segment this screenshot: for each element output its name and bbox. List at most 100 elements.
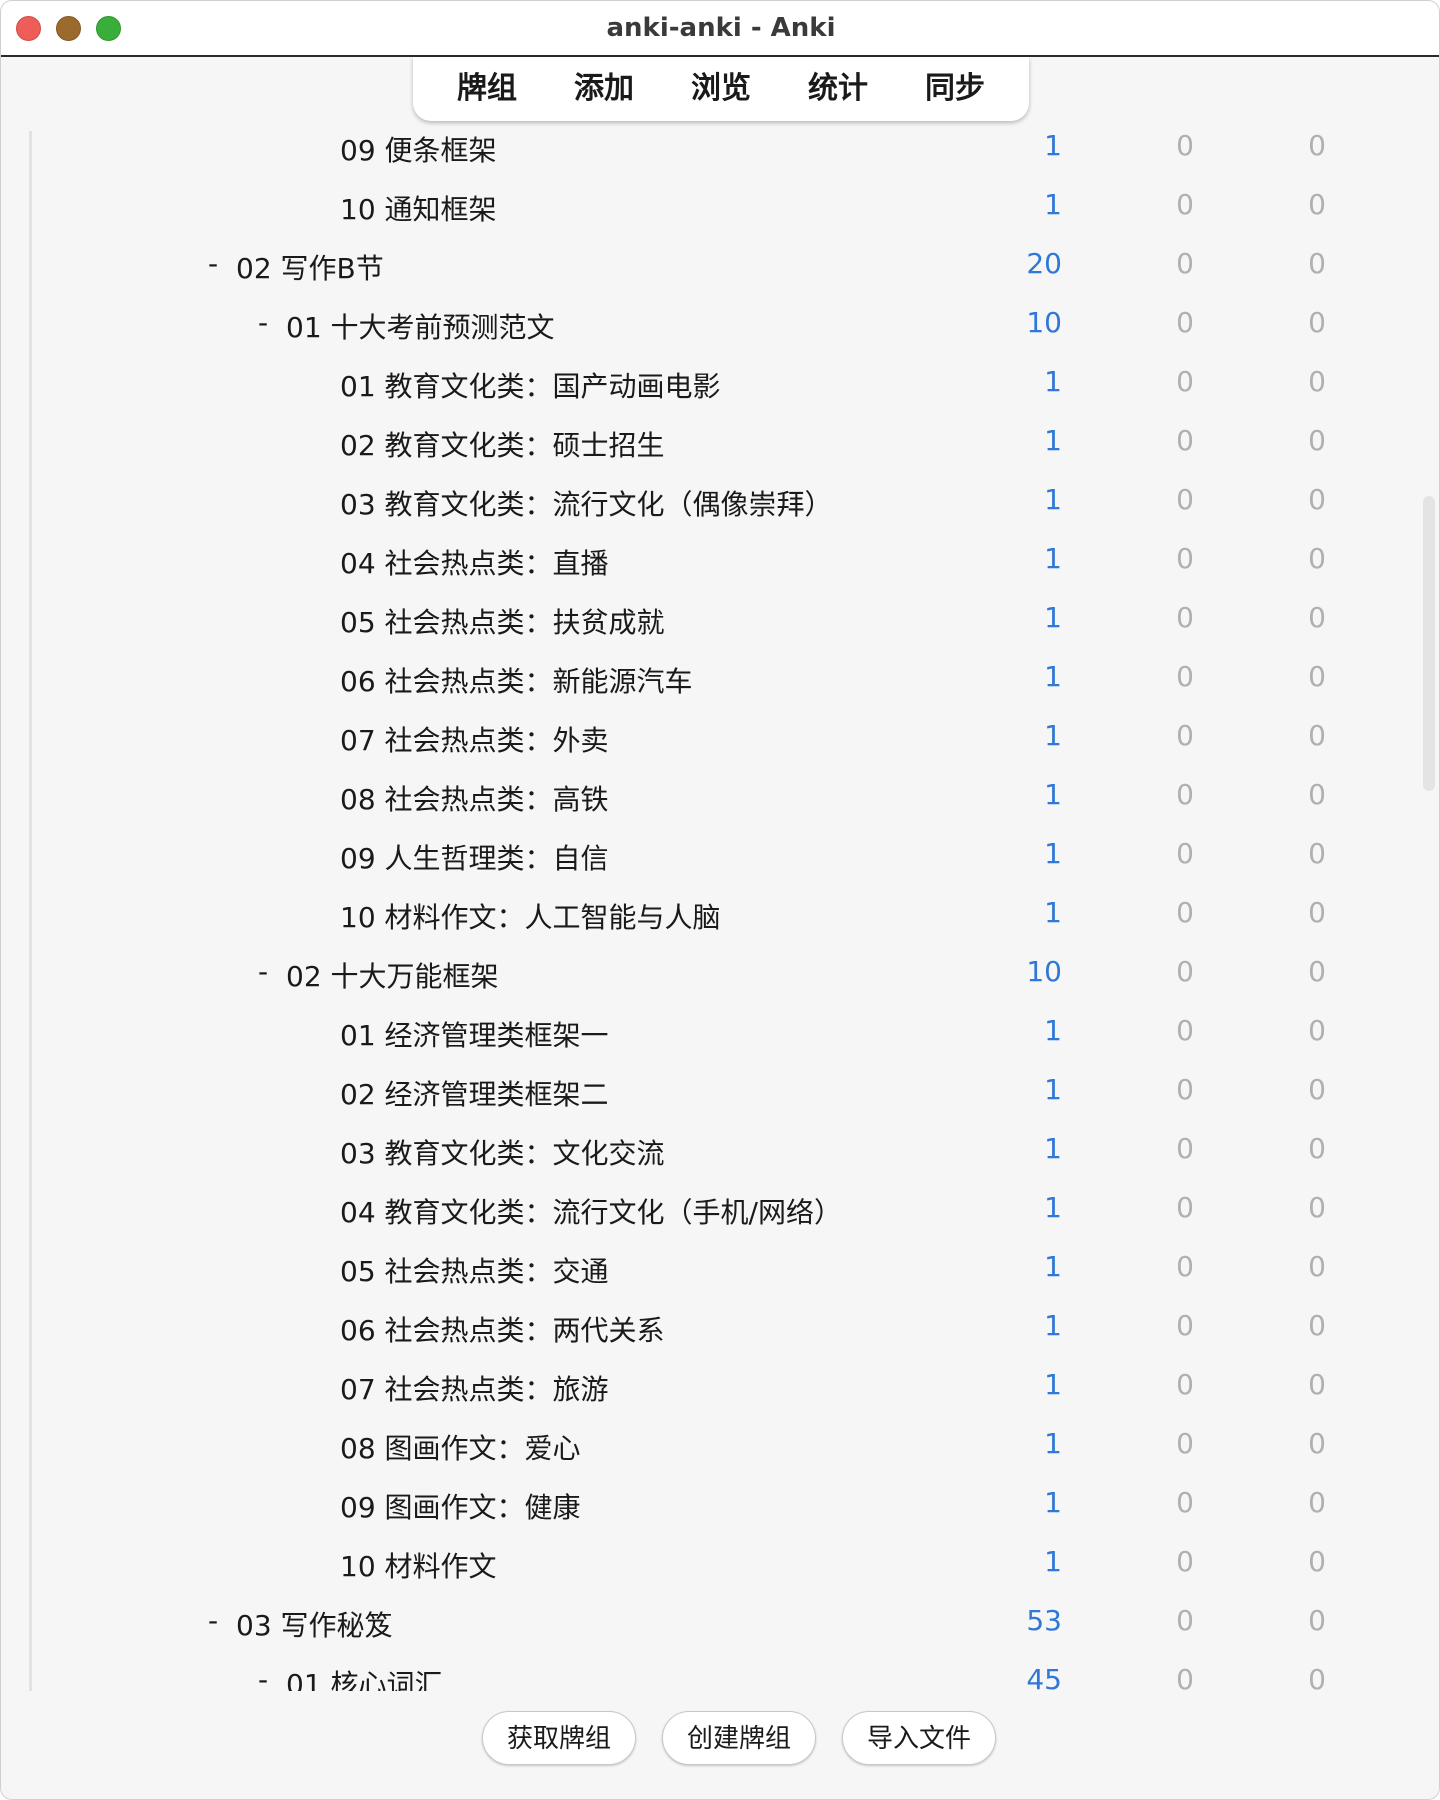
toolbar-browse-button[interactable]: 浏览 xyxy=(681,57,761,121)
deck-row[interactable]: 07 社会热点类：外卖 1 0 0 xyxy=(32,709,1419,768)
deck-list-scrollbar[interactable] xyxy=(1423,496,1435,791)
deck-name[interactable]: 06 社会热点类：两代关系 xyxy=(340,1309,665,1349)
deck-name[interactable]: 04 社会热点类：直播 xyxy=(340,542,609,582)
deck-row[interactable]: 01 教育文化类：国产动画电影 1 0 0 xyxy=(32,355,1419,414)
deck-due-count: 0 xyxy=(1308,1427,1326,1460)
toolbar-add-button[interactable]: 添加 xyxy=(564,57,644,121)
deck-row[interactable]: -01 核心词汇 45 0 0 xyxy=(32,1653,1419,1691)
toolbar-decks-button[interactable]: 牌组 xyxy=(447,57,527,121)
deck-name[interactable]: 03 教育文化类：文化交流 xyxy=(340,1132,665,1172)
deck-row[interactable]: -02 十大万能框架 10 0 0 xyxy=(32,945,1419,1004)
deck-new-count: 1 xyxy=(1044,1073,1062,1106)
deck-learn-count: 0 xyxy=(1176,424,1194,457)
deck-due-count: 0 xyxy=(1308,1545,1326,1578)
deck-name[interactable]: 06 社会热点类：新能源汽车 xyxy=(340,660,693,700)
deck-name[interactable]: 03 教育文化类：流行文化（偶像崇拜） xyxy=(340,483,833,523)
deck-name[interactable]: 07 社会热点类：外卖 xyxy=(340,719,609,759)
deck-row[interactable]: -03 写作秘笈 53 0 0 xyxy=(32,1594,1419,1653)
deck-name[interactable]: 10 通知框架 xyxy=(340,188,497,228)
deck-name[interactable]: 05 社会热点类：交通 xyxy=(340,1250,609,1290)
deck-name[interactable]: 10 材料作文 xyxy=(340,1545,497,1585)
deck-row[interactable]: 05 社会热点类：扶贫成就 1 0 0 xyxy=(32,591,1419,650)
deck-name[interactable]: 05 社会热点类：扶贫成就 xyxy=(340,601,665,641)
deck-row[interactable]: 04 社会热点类：直播 1 0 0 xyxy=(32,532,1419,591)
deck-collapse-toggle[interactable]: - xyxy=(258,306,268,339)
deck-row[interactable]: 01 经济管理类框架一 1 0 0 xyxy=(32,1004,1419,1063)
deck-name[interactable]: 01 十大考前预测范文 xyxy=(286,306,555,346)
deck-due-count: 0 xyxy=(1308,1250,1326,1283)
deck-collapse-toggle[interactable]: - xyxy=(208,1604,218,1637)
deck-name[interactable]: 01 核心词汇 xyxy=(286,1663,443,1691)
bottom-bar: 获取牌组 创建牌组 导入文件 xyxy=(1,1691,1439,1799)
deck-new-count: 10 xyxy=(1026,306,1062,339)
deck-row[interactable]: 06 社会热点类：两代关系 1 0 0 xyxy=(32,1299,1419,1358)
deck-name[interactable]: 09 图画作文：健康 xyxy=(340,1486,581,1526)
deck-row[interactable]: 02 教育文化类：硕士招生 1 0 0 xyxy=(32,414,1419,473)
deck-learn-count: 0 xyxy=(1176,188,1194,221)
deck-name[interactable]: 03 写作秘笈 xyxy=(236,1604,393,1644)
deck-row[interactable]: 10 材料作文 1 0 0 xyxy=(32,1535,1419,1594)
deck-name[interactable]: 02 经济管理类框架二 xyxy=(340,1073,609,1113)
deck-name[interactable]: 10 材料作文：人工智能与人脑 xyxy=(340,896,721,936)
deck-new-count: 10 xyxy=(1026,955,1062,988)
deck-row[interactable]: 09 人生哲理类：自信 1 0 0 xyxy=(32,827,1419,886)
deck-name[interactable]: 02 写作B节 xyxy=(236,247,384,287)
deck-due-count: 0 xyxy=(1308,1368,1326,1401)
deck-learn-count: 0 xyxy=(1176,1073,1194,1106)
deck-name[interactable]: 02 十大万能框架 xyxy=(286,955,499,995)
deck-row[interactable]: 04 教育文化类：流行文化（手机/网络） 1 0 0 xyxy=(32,1181,1419,1240)
deck-collapse-toggle[interactable]: - xyxy=(208,247,218,280)
create-deck-button[interactable]: 创建牌组 xyxy=(662,1711,816,1765)
import-file-button[interactable]: 导入文件 xyxy=(842,1711,996,1765)
deck-learn-count: 0 xyxy=(1176,131,1194,162)
window-title: anki-anki - Anki xyxy=(606,13,836,43)
deck-row[interactable]: 09 便条框架 1 0 0 xyxy=(32,131,1419,178)
deck-row[interactable]: 03 教育文化类：流行文化（偶像崇拜） 1 0 0 xyxy=(32,473,1419,532)
deck-new-count: 20 xyxy=(1026,247,1062,280)
deck-due-count: 0 xyxy=(1308,1309,1326,1342)
toolbar-sync-button[interactable]: 同步 xyxy=(915,57,995,121)
deck-row[interactable]: 06 社会热点类：新能源汽车 1 0 0 xyxy=(32,650,1419,709)
deck-row[interactable]: 10 材料作文：人工智能与人脑 1 0 0 xyxy=(32,886,1419,945)
deck-row[interactable]: 05 社会热点类：交通 1 0 0 xyxy=(32,1240,1419,1299)
deck-new-count: 1 xyxy=(1044,1191,1062,1224)
deck-name[interactable]: 07 社会热点类：旅游 xyxy=(340,1368,609,1408)
deck-row[interactable]: 10 通知框架 1 0 0 xyxy=(32,178,1419,237)
deck-name[interactable]: 09 便条框架 xyxy=(340,131,497,169)
deck-name[interactable]: 09 人生哲理类：自信 xyxy=(340,837,609,877)
deck-due-count: 0 xyxy=(1308,1132,1326,1165)
deck-learn-count: 0 xyxy=(1176,837,1194,870)
deck-due-count: 0 xyxy=(1308,542,1326,575)
deck-new-count: 45 xyxy=(1026,1663,1062,1691)
deck-name[interactable]: 04 教育文化类：流行文化（手机/网络） xyxy=(340,1191,842,1231)
deck-learn-count: 0 xyxy=(1176,660,1194,693)
deck-row[interactable]: 09 图画作文：健康 1 0 0 xyxy=(32,1476,1419,1535)
deck-collapse-toggle[interactable]: - xyxy=(258,1663,268,1691)
deck-learn-count: 0 xyxy=(1176,306,1194,339)
deck-row[interactable]: 03 教育文化类：文化交流 1 0 0 xyxy=(32,1122,1419,1181)
deck-row[interactable]: -01 十大考前预测范文 10 0 0 xyxy=(32,296,1419,355)
deck-name[interactable]: 08 社会热点类：高铁 xyxy=(340,778,609,818)
get-shared-decks-button[interactable]: 获取牌组 xyxy=(482,1711,636,1765)
deck-new-count: 1 xyxy=(1044,1309,1062,1342)
deck-new-count: 1 xyxy=(1044,188,1062,221)
deck-due-count: 0 xyxy=(1308,896,1326,929)
deck-due-count: 0 xyxy=(1308,306,1326,339)
deck-name[interactable]: 01 教育文化类：国产动画电影 xyxy=(340,365,721,405)
deck-collapse-toggle[interactable]: - xyxy=(258,955,268,988)
deck-row[interactable]: -02 写作B节 20 0 0 xyxy=(32,237,1419,296)
deck-learn-count: 0 xyxy=(1176,601,1194,634)
deck-row[interactable]: 08 社会热点类：高铁 1 0 0 xyxy=(32,768,1419,827)
deck-due-count: 0 xyxy=(1308,1191,1326,1224)
toolbar-stats-button[interactable]: 统计 xyxy=(798,57,878,121)
deck-name[interactable]: 02 教育文化类：硕士招生 xyxy=(340,424,665,464)
deck-name[interactable]: 08 图画作文：爱心 xyxy=(340,1427,581,1467)
title-bar: anki-anki - Anki xyxy=(1,1,1439,57)
deck-row[interactable]: 02 经济管理类框架二 1 0 0 xyxy=(32,1063,1419,1122)
deck-due-count: 0 xyxy=(1308,424,1326,457)
deck-name[interactable]: 01 经济管理类框架一 xyxy=(340,1014,609,1054)
deck-new-count: 1 xyxy=(1044,131,1062,162)
deck-new-count: 1 xyxy=(1044,660,1062,693)
deck-row[interactable]: 08 图画作文：爱心 1 0 0 xyxy=(32,1417,1419,1476)
deck-row[interactable]: 07 社会热点类：旅游 1 0 0 xyxy=(32,1358,1419,1417)
